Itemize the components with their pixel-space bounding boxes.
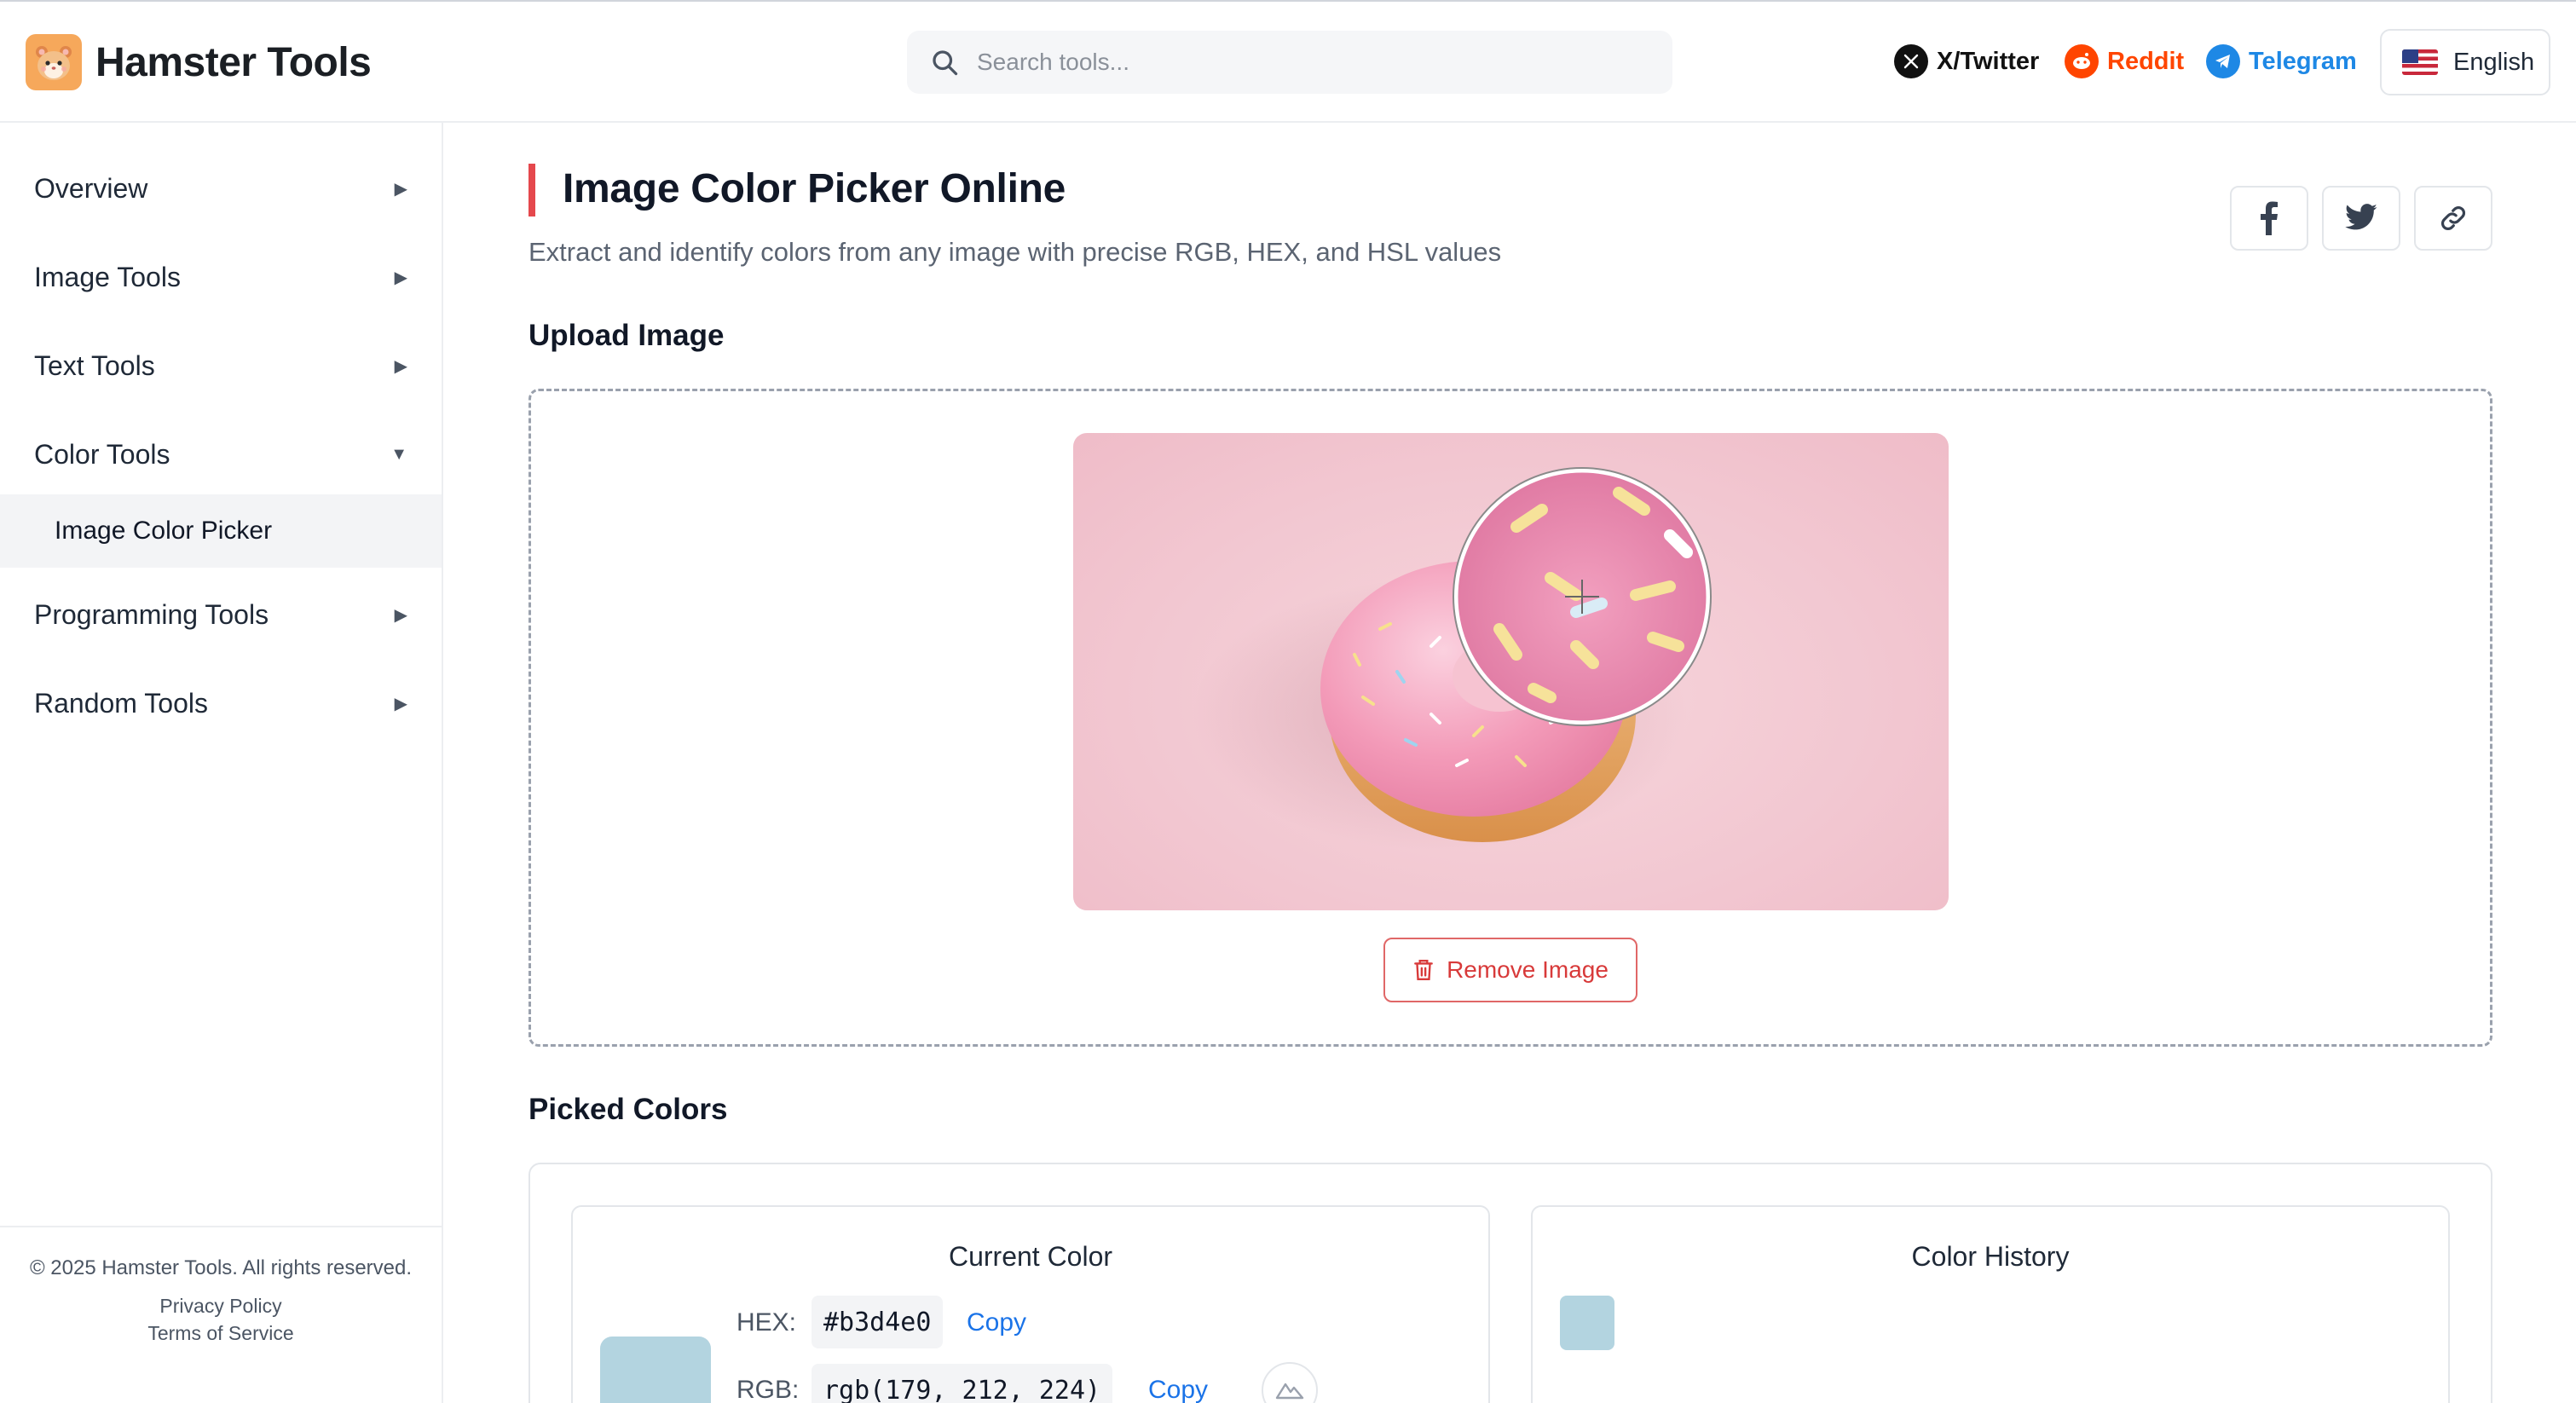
sidebar-item-label: Random Tools [34, 687, 208, 719]
history-swatch[interactable] [1560, 1296, 1614, 1350]
sidebar-item-image-tools[interactable]: Image Tools ▶ [0, 240, 442, 314]
sidebar-item-random-tools[interactable]: Random Tools ▶ [0, 667, 442, 740]
copy-link-button[interactable] [2414, 186, 2492, 251]
sidebar-item-color-tools[interactable]: Color Tools ▼ [0, 418, 442, 491]
remove-image-button[interactable]: Remove Image [1383, 938, 1637, 1002]
search-input[interactable] [977, 49, 1625, 76]
sidebar-subitem-image-color-picker[interactable]: Image Color Picker [0, 494, 442, 568]
hamster-logo-icon [26, 34, 82, 90]
hex-label: HEX: [736, 1308, 797, 1337]
sidebar-item-label: Programming Tools [34, 598, 269, 630]
sidebar-item-label: Overview [34, 172, 148, 204]
search-bar[interactable] [907, 31, 1672, 94]
page-title: Image Color Picker Online [563, 166, 1066, 211]
chevron-right-icon: ▶ [394, 179, 407, 199]
chevron-down-icon: ▼ [390, 444, 407, 464]
reddit-logo-icon [2065, 44, 2099, 78]
picked-colors-title: Picked Colors [528, 1093, 728, 1126]
reddit-link[interactable]: Reddit [2065, 44, 2184, 78]
share-facebook-button[interactable] [2230, 186, 2308, 251]
share-twitter-button[interactable] [2322, 186, 2400, 251]
terms-of-service-link[interactable]: Terms of Service [0, 1319, 442, 1347]
upload-section-title: Upload Image [528, 319, 725, 352]
copyright-text: © 2025 Hamster Tools. All rights reserve… [29, 1256, 413, 1279]
language-label: English [2453, 48, 2535, 76]
chevron-right-icon: ▶ [394, 605, 407, 625]
copy-hex-button[interactable]: Copy [967, 1308, 1026, 1337]
chevron-right-icon: ▶ [394, 268, 407, 287]
top-header: Hamster Tools X/Twitter Reddit Telegram … [0, 0, 2576, 123]
color-history-panel: Color History [1531, 1205, 2450, 1403]
color-history-title: Color History [1911, 1241, 2070, 1272]
sidebar-footer: © 2025 Hamster Tools. All rights reserve… [0, 1226, 442, 1403]
reddit-label: Reddit [2107, 47, 2185, 75]
rgb-label: RGB: [736, 1376, 800, 1403]
rgb-value[interactable]: rgb(179, 212, 224) [811, 1364, 1113, 1403]
hex-value[interactable]: #b3d4e0 [811, 1296, 944, 1348]
brand-logo[interactable]: Hamster Tools [26, 34, 372, 90]
search-icon [933, 50, 958, 76]
title-accent-bar [528, 164, 535, 217]
chevron-right-icon: ▶ [394, 356, 407, 376]
copy-rgb-button[interactable]: Copy [1148, 1376, 1208, 1403]
sidebar-item-overview[interactable]: Overview ▶ [0, 152, 442, 225]
uploaded-image[interactable] [1073, 433, 1949, 910]
donut-image [1193, 467, 1712, 851]
twitter-bird-icon [2345, 204, 2377, 230]
current-color-title: Current Color [948, 1241, 1113, 1272]
x-logo-icon [1894, 44, 1928, 78]
privacy-policy-link[interactable]: Privacy Policy [0, 1292, 442, 1319]
language-selector[interactable]: English [2380, 29, 2550, 95]
sidebar-item-label: Text Tools [34, 349, 155, 381]
telegram-label: Telegram [2249, 47, 2357, 75]
x-twitter-link[interactable]: X/Twitter [1894, 44, 2039, 78]
sidebar-item-label: Image Tools [34, 261, 181, 292]
chevron-right-icon: ▶ [394, 694, 407, 713]
link-icon [2441, 206, 2465, 230]
trash-icon [1414, 960, 1433, 980]
remove-image-label: Remove Image [1447, 956, 1609, 983]
sidebar-item-text-tools[interactable]: Text Tools ▶ [0, 329, 442, 402]
telegram-link[interactable]: Telegram [2206, 44, 2357, 78]
sidebar-item-label: Color Tools [34, 438, 170, 470]
sidebar: Overview ▶ Image Tools ▶ Text Tools ▶ Co… [0, 123, 443, 1403]
current-color-swatch [600, 1337, 711, 1403]
sidebar-item-programming-tools[interactable]: Programming Tools ▶ [0, 578, 442, 651]
brand-name: Hamster Tools [95, 39, 372, 85]
us-flag-icon [2402, 49, 2438, 75]
sidebar-subitem-label: Image Color Picker [55, 517, 273, 545]
page-subtitle: Extract and identify colors from any ima… [528, 237, 1502, 267]
x-twitter-label: X/Twitter [1937, 47, 2040, 75]
facebook-icon [2261, 201, 2278, 235]
telegram-logo-icon [2206, 44, 2240, 78]
